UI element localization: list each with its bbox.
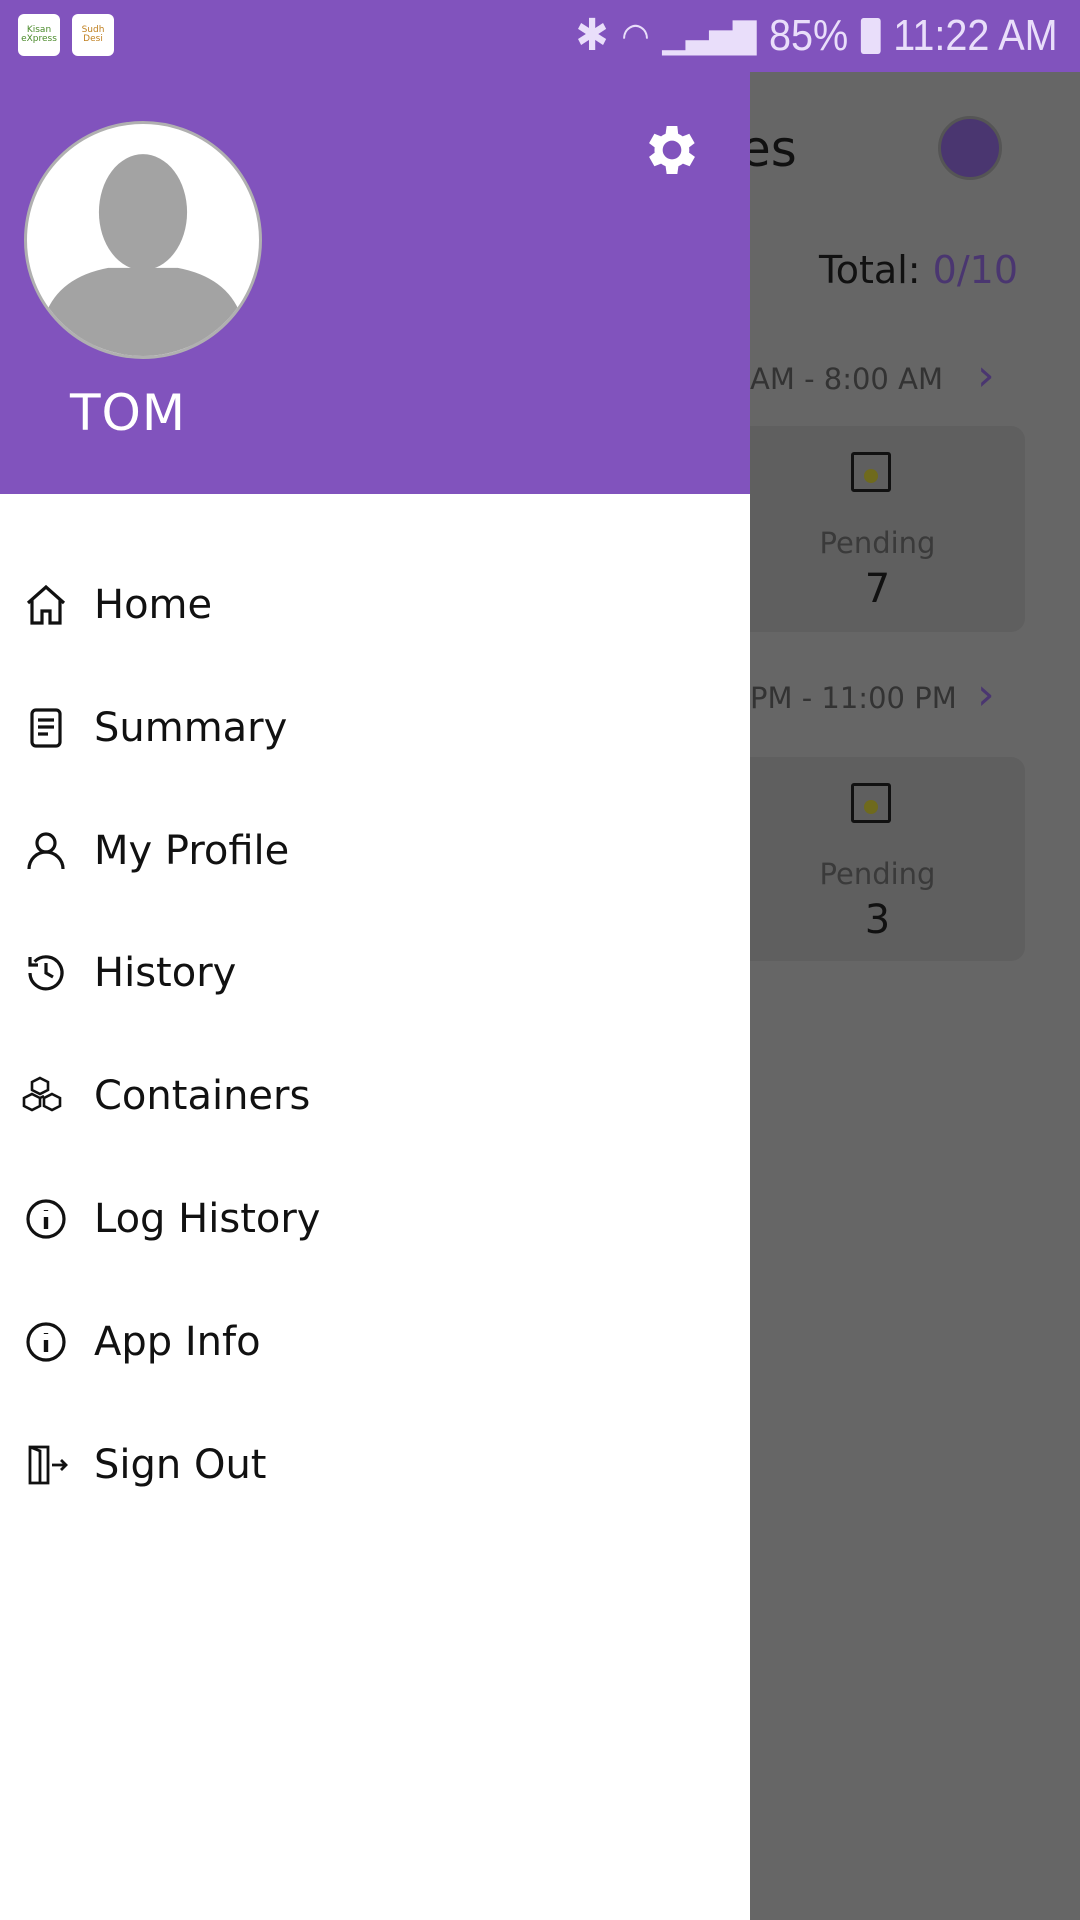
slot-time: AM - 8:00 AM <box>750 362 943 396</box>
signal-icon: ▁▃▅▇ <box>662 16 757 55</box>
history-icon <box>28 955 64 991</box>
drawer-header: TOM <box>0 72 750 494</box>
app-notification-icon: Sudh Desi <box>72 14 114 56</box>
bluetooth-icon: ✱ <box>575 11 610 60</box>
menu-item-app-info[interactable]: App Info <box>0 1292 750 1392</box>
sign-out-icon <box>28 1445 68 1485</box>
gear-icon[interactable] <box>640 118 704 182</box>
battery-percent: 85% <box>769 10 849 60</box>
status-bar: Kisan eXpress Sudh Desi ✱ ◠ ▁▃▅▇ 85% 11:… <box>0 0 1080 72</box>
menu-item-home[interactable]: Home <box>0 555 750 655</box>
menu-item-containers[interactable]: Containers <box>0 1046 750 1146</box>
total: Total: 0/10 <box>819 248 1018 292</box>
menu-item-my-profile[interactable]: My Profile <box>0 801 750 901</box>
menu-item-sign-out[interactable]: Sign Out <box>0 1415 750 1515</box>
wifi-icon: ◠ <box>621 14 651 56</box>
main-screen-dimmed[interactable]: es Total: 0/10 AM - 8:00 AM › Pending 7 … <box>750 72 1080 1920</box>
clock: 11:22 AM <box>893 10 1058 60</box>
menu-label: History <box>94 950 237 996</box>
home-icon <box>26 584 66 625</box>
slot-count: 7 <box>864 566 891 612</box>
pending-box-icon <box>851 452 891 492</box>
boxes-icon <box>22 1076 62 1112</box>
status-indicator[interactable] <box>938 116 1002 180</box>
menu-label: App Info <box>94 1319 261 1365</box>
menu-label: Log History <box>94 1196 321 1242</box>
slot-status: Pending <box>819 857 936 891</box>
person-silhouette-icon <box>45 154 241 356</box>
menu-label: Containers <box>94 1073 311 1119</box>
app-notification-icon: Kisan eXpress <box>18 14 60 56</box>
info-icon <box>26 1322 66 1362</box>
menu-item-log-history[interactable]: Log History <box>0 1169 750 1269</box>
slot-time: PM - 11:00 PM <box>750 681 957 715</box>
navigation-drawer: TOM Home Summary My Profile History Cont… <box>0 72 750 1920</box>
avatar[interactable] <box>24 121 262 359</box>
menu-label: My Profile <box>94 828 290 874</box>
pending-box-icon <box>851 783 891 823</box>
slot-status: Pending <box>819 526 936 560</box>
user-name: TOM <box>70 384 187 442</box>
page-title: es <box>750 120 797 178</box>
menu-label: Summary <box>94 705 288 751</box>
document-icon <box>30 708 62 748</box>
chevron-right-icon[interactable]: › <box>977 669 995 720</box>
slot-card[interactable]: Pending 7 <box>750 426 1025 632</box>
menu-label: Sign Out <box>94 1442 267 1488</box>
battery-charging-icon <box>861 17 882 54</box>
info-icon <box>26 1199 66 1239</box>
menu-label: Home <box>94 582 213 628</box>
menu-item-history[interactable]: History <box>0 923 750 1023</box>
slot-card[interactable]: Pending 3 <box>750 757 1025 961</box>
slot-count: 3 <box>864 897 891 943</box>
menu-item-summary[interactable]: Summary <box>0 678 750 778</box>
person-icon <box>27 832 65 870</box>
chevron-right-icon[interactable]: › <box>977 350 995 401</box>
